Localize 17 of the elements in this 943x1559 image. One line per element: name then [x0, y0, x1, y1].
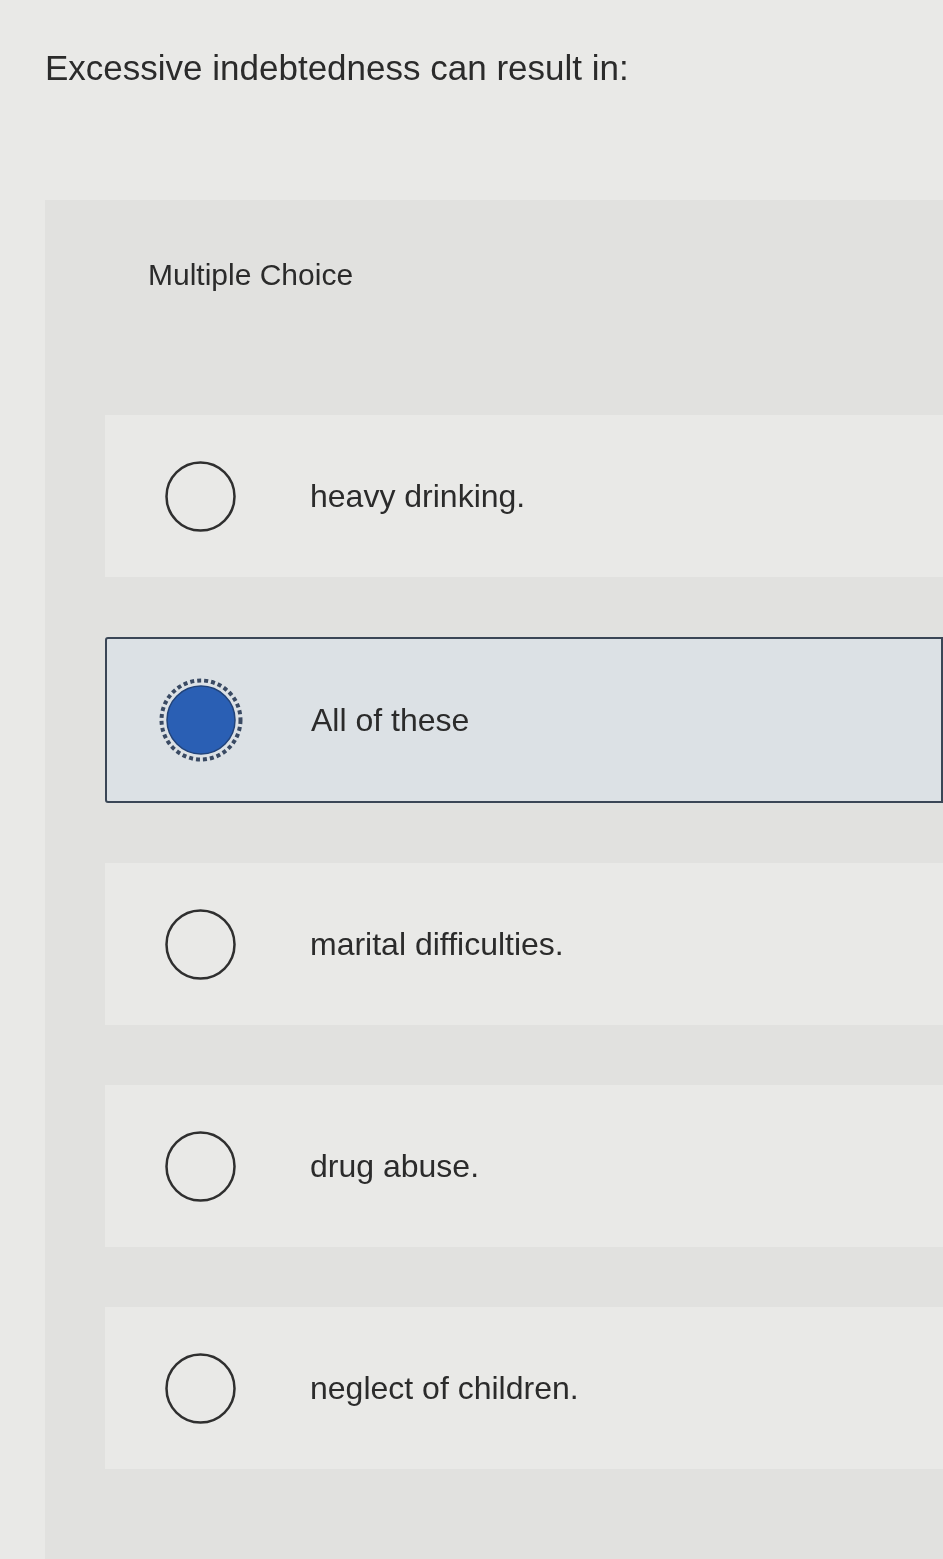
- question-type-label: Multiple Choice: [148, 257, 354, 293]
- radio-button[interactable]: [159, 678, 243, 762]
- radio-button[interactable]: [165, 1130, 236, 1202]
- answer-option[interactable]: neglect of children.: [105, 1307, 943, 1469]
- option-label: drug abuse.: [310, 1147, 479, 1186]
- radio-button[interactable]: [165, 460, 236, 532]
- answer-option[interactable]: All of these: [105, 637, 943, 803]
- answer-option[interactable]: heavy drinking.: [105, 415, 943, 577]
- option-label: All of these: [311, 701, 470, 740]
- option-label: marital difficulties.: [310, 925, 564, 964]
- radio-button[interactable]: [165, 908, 236, 980]
- answer-option[interactable]: drug abuse.: [105, 1085, 943, 1247]
- option-label: neglect of children.: [310, 1369, 579, 1408]
- option-label: heavy drinking.: [310, 477, 526, 516]
- question-text: Excessive indebtedness can result in:: [45, 47, 629, 89]
- answer-option[interactable]: marital difficulties.: [105, 863, 943, 1025]
- radio-button[interactable]: [165, 1352, 236, 1424]
